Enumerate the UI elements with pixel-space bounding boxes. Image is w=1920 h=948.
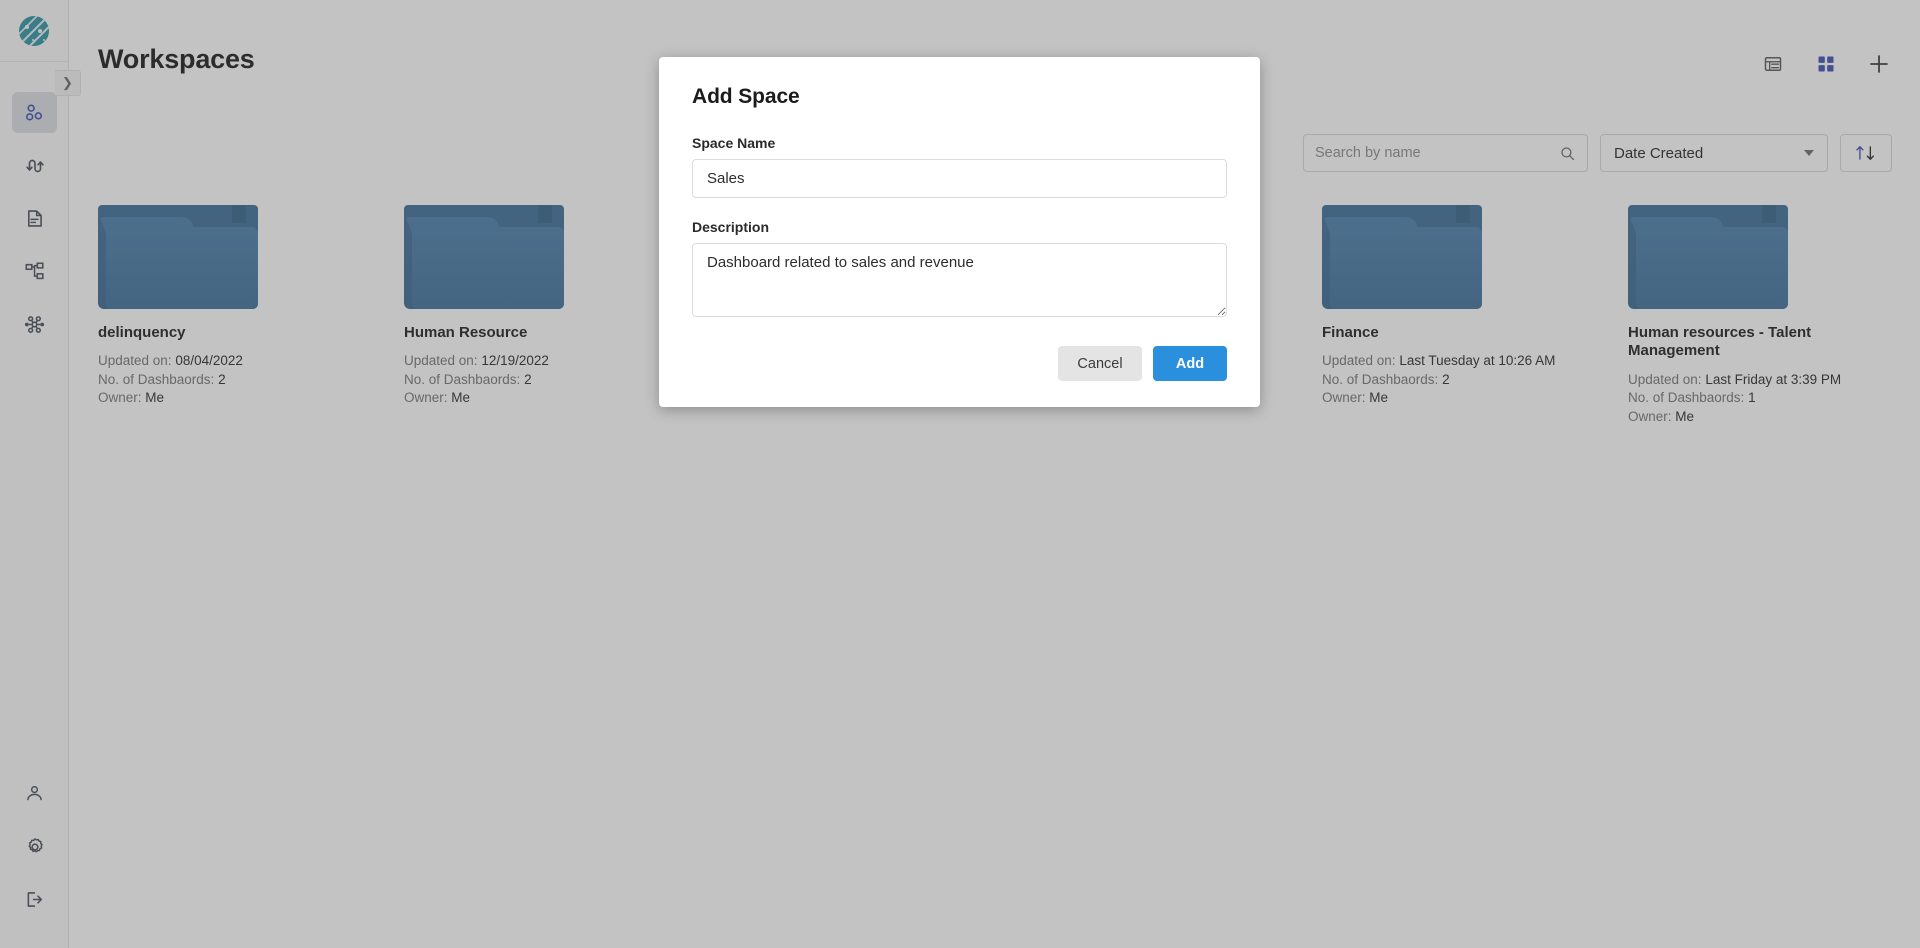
description-label: Description xyxy=(692,219,770,235)
space-name-label: Space Name xyxy=(692,135,776,151)
add-button[interactable]: Add xyxy=(1153,346,1227,381)
app-root: ❯ Workspaces Search by name Date Created… xyxy=(0,0,1920,948)
cancel-button[interactable]: Cancel xyxy=(1058,346,1142,381)
space-name-input[interactable] xyxy=(692,159,1227,198)
description-input[interactable]: Dashboard related to sales and revenue xyxy=(692,243,1227,317)
dialog-actions: Cancel Add xyxy=(692,346,1227,381)
dialog-title: Add Space xyxy=(692,85,800,108)
add-space-dialog: Add Space Space Name Description Dashboa… xyxy=(659,57,1260,407)
